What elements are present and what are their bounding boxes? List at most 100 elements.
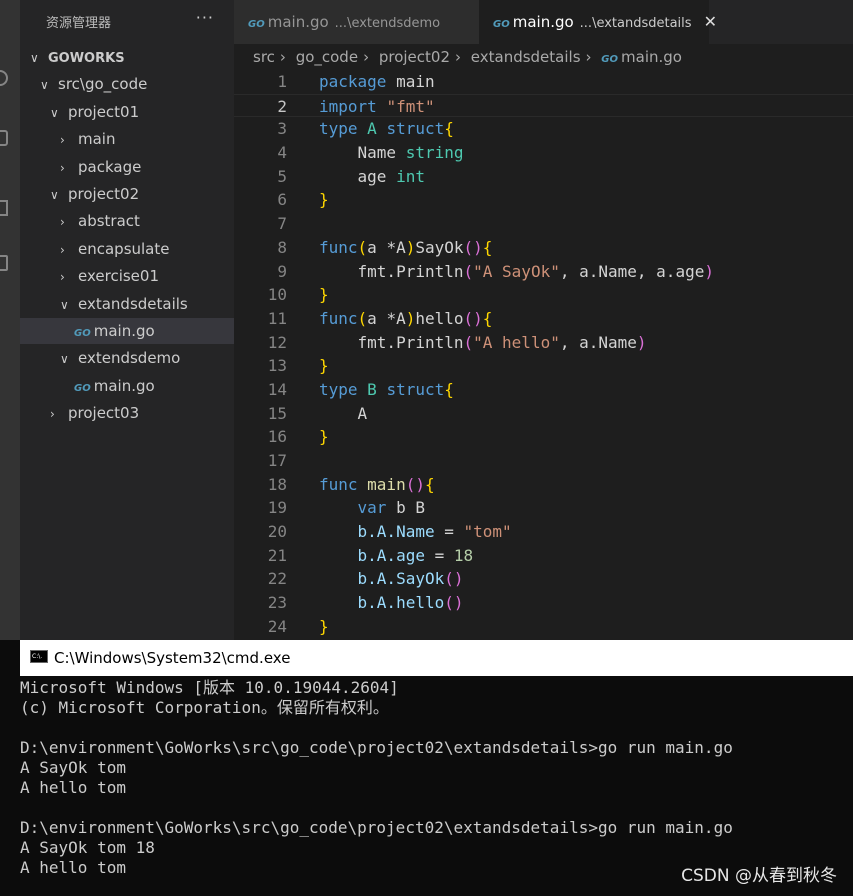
tree-item-label: abstract: [78, 212, 140, 231]
code-line: 17: [234, 449, 853, 473]
tree-item[interactable]: ∨ GOWORKS: [20, 44, 234, 70]
chevron-down-icon: ∨: [60, 352, 69, 367]
code-line: 20 b.A.Name = "tom": [234, 520, 853, 544]
line-source: A: [319, 402, 368, 426]
code-line: 7: [234, 212, 853, 236]
explorer-sidebar: 资源管理器 ··· ∨ GOWORKS ∨ src\go_code ∨ project01…: [20, 0, 234, 640]
code-line: 16}: [234, 425, 853, 449]
code-token: int: [396, 166, 425, 186]
code-token: struct: [386, 119, 445, 139]
tree-item-label: project03: [68, 404, 140, 423]
line-source: }: [319, 283, 329, 307]
code-token: }: [319, 285, 329, 305]
cmd-output-line: Microsoft Windows [版本 10.0.19044.2604]: [20, 678, 399, 697]
code-token: ): [405, 237, 416, 257]
tab-label: main.go: [512, 13, 574, 31]
line-source: type A struct{: [319, 117, 454, 141]
breadcrumb-item[interactable]: extandsdetails: [471, 48, 581, 66]
breadcrumb: src › go_code › project02 › extandsdetails ›…: [253, 48, 682, 66]
chevron-right-icon: ›: [60, 270, 65, 285]
cmd-output-line: A hello tom: [20, 778, 126, 797]
go-file-icon: GO: [74, 328, 91, 339]
tree-item[interactable]: › main: [20, 126, 234, 152]
code-token: func: [319, 237, 358, 257]
tab-main-go-extandsdetails[interactable]: GO main.go ...\extandsdetails ✕: [479, 0, 717, 44]
chevron-right-icon: ›: [60, 133, 65, 148]
code-token: =: [434, 522, 464, 542]
tree-item[interactable]: ∨ src\go_code: [20, 71, 234, 97]
code-token: (): [463, 237, 483, 257]
code-token: "A hello": [473, 332, 560, 352]
code-token: (): [405, 474, 425, 494]
line-number: 3: [277, 119, 287, 139]
tree-item[interactable]: › encapsulate: [20, 236, 234, 262]
code-token: b.A.hello: [319, 593, 445, 613]
tree-item[interactable]: ∨ project01: [20, 99, 234, 125]
more-actions-button[interactable]: ···: [196, 8, 214, 27]
code-editor[interactable]: 1 package main 2 import "fmt" 3 type A struct…: [234, 70, 853, 639]
code-line: 9 fmt.Println("A SayOk", a.Name, a.age): [234, 260, 853, 284]
line-number: 24: [267, 616, 287, 636]
line-source: }: [319, 425, 329, 449]
close-icon[interactable]: ✕: [704, 12, 717, 31]
tree-item-label: encapsulate: [78, 239, 170, 258]
tree-item[interactable]: › project03: [20, 400, 234, 426]
tree-item[interactable]: › abstract: [20, 208, 234, 234]
code-line: 21 b.A.age = 18: [234, 544, 853, 568]
code-token: {: [482, 308, 493, 328]
code-line: 18 func main(){: [234, 473, 853, 497]
line-number: 16: [267, 427, 287, 447]
line-source: b.A.hello(): [319, 591, 464, 615]
tree-item-label: package: [78, 157, 142, 176]
tree-item-label: project02: [68, 185, 140, 203]
code-token: fmt.Println: [319, 261, 464, 281]
line-source: age int: [319, 165, 425, 189]
tree-item[interactable]: ∨ project02: [20, 181, 234, 207]
tree-item-label: src\go_code: [58, 75, 148, 94]
code-token: =: [424, 545, 454, 565]
code-token: A: [319, 403, 368, 423]
line-number: 4: [277, 143, 287, 163]
line-number: 20: [267, 522, 287, 542]
line-number: 1: [277, 72, 287, 91]
cmd-output[interactable]: Microsoft Windows [版本 10.0.19044.2604] (c…: [0, 676, 853, 878]
tree-item-label: main.go: [93, 376, 155, 395]
search-icon[interactable]: [0, 70, 8, 86]
tree-item[interactable]: GO main.go: [20, 318, 234, 344]
tab-label: main.go: [267, 13, 329, 31]
tree-item[interactable]: ∨ extendsdemo: [20, 345, 234, 371]
explorer-title: 资源管理器: [46, 16, 112, 31]
cmd-output-line: D:\environment\GoWorks\src\go_code\proje…: [20, 818, 733, 837]
cmd-output-line: [0, 798, 853, 818]
breadcrumb-item[interactable]: project02: [379, 48, 450, 66]
cmd-title-bar[interactable]: C:\. C:\Windows\System32\cmd.exe: [20, 640, 853, 676]
tab-main-go-extendsdemo[interactable]: GO main.go ...\extendsdemo: [234, 0, 479, 44]
source-control-icon[interactable]: [0, 130, 8, 146]
tree-item[interactable]: GO main.go: [20, 373, 234, 399]
extensions-icon[interactable]: [0, 255, 8, 271]
chevron-right-icon: ›: [279, 48, 286, 66]
code-token: {: [444, 379, 454, 399]
line-number: 5: [277, 166, 287, 186]
run-debug-icon[interactable]: [0, 200, 8, 216]
chevron-right-icon: ›: [455, 48, 461, 66]
code-token: a *A: [367, 308, 406, 328]
code-token: }: [319, 190, 329, 210]
code-line: 13}: [234, 354, 853, 378]
tree-item[interactable]: › exercise01: [20, 263, 234, 289]
breadcrumb-item[interactable]: main.go: [621, 48, 682, 66]
line-source: package main: [319, 70, 435, 94]
breadcrumb-item[interactable]: src: [253, 48, 275, 66]
code-token: (: [357, 237, 368, 257]
go-file-icon: GO: [74, 382, 91, 394]
tree-item[interactable]: › package: [20, 154, 234, 180]
breadcrumb-item[interactable]: go_code: [296, 48, 358, 66]
chevron-right-icon: ›: [60, 242, 65, 257]
code-token: func: [319, 308, 358, 328]
line-source: var b B: [319, 496, 425, 520]
code-line: 15 A: [234, 402, 853, 426]
line-number: 2: [277, 96, 287, 116]
chevron-right-icon: ›: [60, 160, 65, 175]
tree-item[interactable]: ∨ extandsdetails: [20, 291, 234, 317]
